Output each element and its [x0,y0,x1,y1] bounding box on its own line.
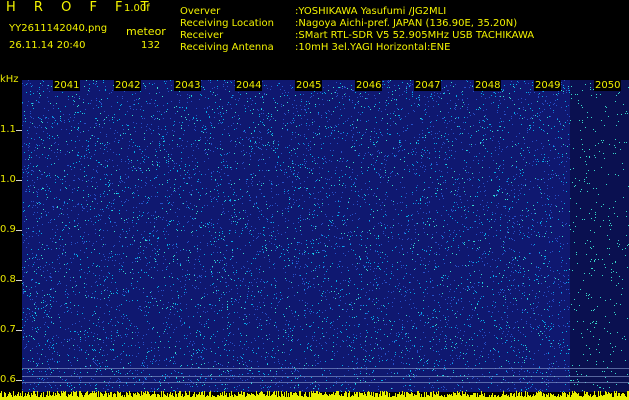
tick-label: 1.1 [0,124,16,135]
info-label: Receiver [180,30,224,41]
minute-label: 2043 [174,80,202,91]
minute-label: 2046 [355,80,383,91]
frequency-axis: 1.1 1.0 0.9 0.8 0.7 0.6 [0,80,22,392]
station-info: Overver :YOSHIKAWA Yasufumi /JG2MLI Rece… [180,6,534,54]
minute-label: 2042 [114,80,142,91]
info-value: :Nagoya Aichi-pref. JAPAN (136.90E, 35.2… [295,18,518,29]
signal-level-bar [0,391,629,400]
minute-label: 2047 [414,80,442,91]
info-value: :YOSHIKAWA Yasufumi /JG2MLI [295,6,447,17]
tick-label: 1.0 [0,174,16,185]
info-row-receiver: Receiver :SMart RTL-SDR V5 52.905MHz USB… [180,30,534,42]
tick-label: 0.7 [0,324,16,335]
info-row-location: Receiving Location :Nagoya Aichi-pref. J… [180,18,534,30]
app-version: 1.00f [124,3,150,14]
info-value: :SMart RTL-SDR V5 52.905MHz USB TACHIKAW… [295,30,535,41]
info-label: Receiving Location [180,18,274,29]
info-row-antenna: Receiving Antenna :10mH 3el.YAGI Horizon… [180,42,534,54]
info-label: Overver [180,6,221,17]
spectrogram [22,80,629,392]
minute-label: 2049 [534,80,562,91]
file-name: YY2611142040.png [9,23,108,34]
minute-label: 2044 [235,80,263,91]
minute-label: 2045 [295,80,323,91]
info-label: Receiving Antenna [180,42,274,53]
info-value: :10mH 3el.YAGI Horizontal:ENE [295,42,451,53]
tick-label: 0.8 [0,274,16,285]
minute-label: 2041 [53,80,81,91]
meteor-count: 132 [141,40,161,51]
tick-label: 0.6 [0,374,16,385]
info-row-observer: Overver :YOSHIKAWA Yasufumi /JG2MLI [180,6,534,18]
spectrogram-canvas [22,80,629,392]
capture-datetime: 26.11.14 20:40 [9,40,86,51]
minute-label: 2048 [474,80,502,91]
minute-label: 2050 [594,80,622,91]
mode-label: meteor [126,25,166,38]
tick-label: 0.9 [0,224,16,235]
